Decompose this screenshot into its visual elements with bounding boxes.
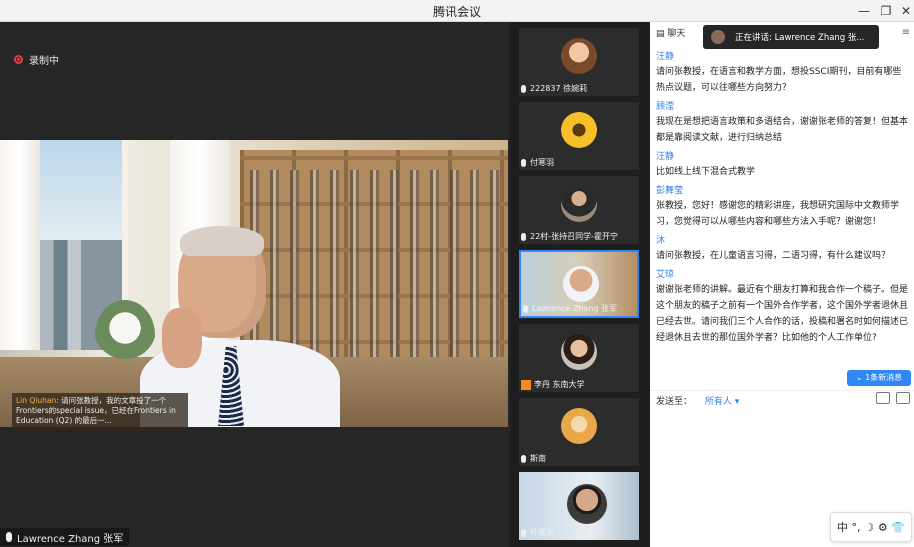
message-text: 比如线上线下混合式教学 xyxy=(656,167,756,177)
gear-icon[interactable]: ⚙ xyxy=(878,521,888,534)
participant-tile[interactable]: 李丹 东南大学 xyxy=(519,324,639,392)
speaking-banner-text: 正在讲话: Lawrence Zhang 张... xyxy=(735,33,865,43)
chat-message: 沐 请问张教授，在儿童语言习得，二语习得，有什么建议吗？ xyxy=(656,234,910,264)
send-to-dropdown[interactable]: 所有人 ▾ xyxy=(705,397,739,407)
message-text: 我现在是想把语言政策和多语结合，谢谢张老师的答复！但基本都是靠阅读文献，进行归纳… xyxy=(656,117,909,143)
window-title: 腾讯会议 xyxy=(432,5,481,19)
chat-message: 汪静 比如线上线下混合式教学 xyxy=(656,150,910,180)
participant-name: Lawrence Zhang 张军 xyxy=(532,304,618,313)
send-to-bar: 发送至： 所有人 ▾ xyxy=(650,390,914,408)
avatar xyxy=(561,186,597,222)
message-text: 谢谢张老师的讲解。最近有个朋友打算和我合作一个稿子。但是这个朋友的稿子之前有一个… xyxy=(656,285,909,343)
recording-indicator: 录制中 xyxy=(14,52,59,67)
speaker-video[interactable] xyxy=(0,140,508,427)
main-video-area: 录制中 Lin Qiuhan: 请问张教授，我的文章投了一个Frontiers的… xyxy=(0,22,510,547)
microphone-icon xyxy=(521,158,526,167)
record-dot-icon xyxy=(14,55,23,64)
skin-icon[interactable]: 👕 xyxy=(891,521,905,534)
message-sender: 彭舞莹 xyxy=(656,186,684,196)
ime-mode-icon[interactable]: 中 xyxy=(837,519,848,535)
participant-name: 李丹 东南大学 xyxy=(534,380,585,389)
microphone-icon xyxy=(521,232,526,241)
microphone-icon xyxy=(523,304,528,313)
message-sender: 沐 xyxy=(656,236,666,246)
participant-tile[interactable]: 斯南 xyxy=(519,398,639,466)
chat-panel: ▤ 聊天 正在讲话: Lawrence Zhang 张... ≡ 汪静 请问张教… xyxy=(650,22,914,547)
participant-list: 222837 徐婉莉 付寒羽 22村-张持召同学-霍开宁 Lawrence Zh… xyxy=(510,22,650,547)
ime-toolbar: 中 °, ☽ ⚙ 👕 xyxy=(830,512,912,542)
avatar xyxy=(561,38,597,74)
participant-tile[interactable]: 付寒羽 xyxy=(519,102,639,170)
message-text: 请问张教授，在儿童语言习得，二语习得，有什么建议吗？ xyxy=(656,251,891,261)
chat-title: 聊天 xyxy=(667,29,686,39)
send-to-label: 发送至： xyxy=(656,397,693,407)
active-speaker-name: Lawrence Zhang 张军 xyxy=(17,533,124,545)
microphone-icon xyxy=(521,84,526,93)
title-bar: 腾讯会议 — ❐ ✕ xyxy=(0,0,914,22)
message-sender: 艾琼 xyxy=(656,270,675,280)
new-messages-label: 1条新消息 xyxy=(865,373,903,382)
chat-message: 顾滢 我现在是想把语言政策和多语结合，谢谢张老师的答复！但基本都是靠阅读文献，进… xyxy=(656,100,910,146)
message-sender: 汪静 xyxy=(656,152,675,162)
avatar xyxy=(563,266,599,302)
message-sender: 顾滢 xyxy=(656,102,675,112)
microphone-icon xyxy=(6,532,12,542)
participant-name: 222837 徐婉莉 xyxy=(530,84,588,93)
participant-tile[interactable]: 叶观文 xyxy=(519,472,639,540)
folder-icon[interactable] xyxy=(876,392,890,404)
participant-name: 叶观文 xyxy=(530,528,554,537)
screenshot-icon[interactable] xyxy=(896,392,910,404)
new-messages-button[interactable]: ⌄ 1条新消息 xyxy=(847,370,911,386)
participant-tile[interactable]: 222837 徐婉莉 xyxy=(519,28,639,96)
speaking-banner: 正在讲话: Lawrence Zhang 张... xyxy=(703,25,879,49)
avatar xyxy=(561,334,597,370)
participant-name: 付寒羽 xyxy=(530,158,554,167)
chat-message-list[interactable]: 汪静 请问张教授，在语言和教学方面，想投SSCI期刊，目前有哪些热点议题，可以往… xyxy=(656,50,910,388)
message-text: 请问张教授，在语言和教学方面，想投SSCI期刊，目前有哪些热点议题，可以往哪些方… xyxy=(656,67,902,93)
chat-message: 艾琼 谢谢张老师的讲解。最近有个朋友打算和我合作一个稿子。但是这个朋友的稿子之前… xyxy=(656,268,910,346)
more-icon[interactable]: ≡ xyxy=(902,27,910,38)
active-speaker-label: Lawrence Zhang 张军 xyxy=(0,528,130,546)
message-text: 张教授，您好！感谢您的精彩讲座，我想研究国际中文教师学习，您觉得可以从哪些内容和… xyxy=(656,201,900,227)
moon-icon[interactable]: ☽ xyxy=(864,521,874,534)
avatar xyxy=(567,484,607,524)
microphone-icon xyxy=(521,454,526,463)
chat-message: 汪静 请问张教授，在语言和教学方面，想投SSCI期刊，目前有哪些热点议题，可以往… xyxy=(656,50,910,96)
participant-tile-active[interactable]: Lawrence Zhang 张军 xyxy=(519,250,639,318)
recording-label: 录制中 xyxy=(29,56,59,67)
chat-caption-overlay: Lin Qiuhan: 请问张教授，我的文章投了一个Frontiers的spec… xyxy=(12,393,188,431)
user-icon xyxy=(521,379,531,390)
avatar xyxy=(561,112,597,148)
participant-tile[interactable]: 22村-张持召同学-霍开宁 xyxy=(519,176,639,244)
chat-message: 彭舞莹 张教授，您好！感谢您的精彩讲座，我想研究国际中文教师学习，您觉得可以从哪… xyxy=(656,184,910,230)
ime-punctuation-icon[interactable]: °, xyxy=(852,521,861,534)
chat-icon: ▤ xyxy=(656,29,665,39)
avatar xyxy=(711,30,725,44)
minimize-button[interactable]: — xyxy=(852,1,876,21)
participant-name: 斯南 xyxy=(530,454,546,463)
caption-speaker: Lin Qiuhan: xyxy=(16,396,59,405)
chevron-down-icon: ⌄ xyxy=(855,373,863,382)
microphone-icon xyxy=(521,528,526,537)
close-button[interactable]: ✕ xyxy=(894,1,914,21)
participant-name: 22村-张持召同学-霍开宁 xyxy=(530,232,618,241)
message-sender: 汪静 xyxy=(656,52,675,62)
avatar xyxy=(561,408,597,444)
